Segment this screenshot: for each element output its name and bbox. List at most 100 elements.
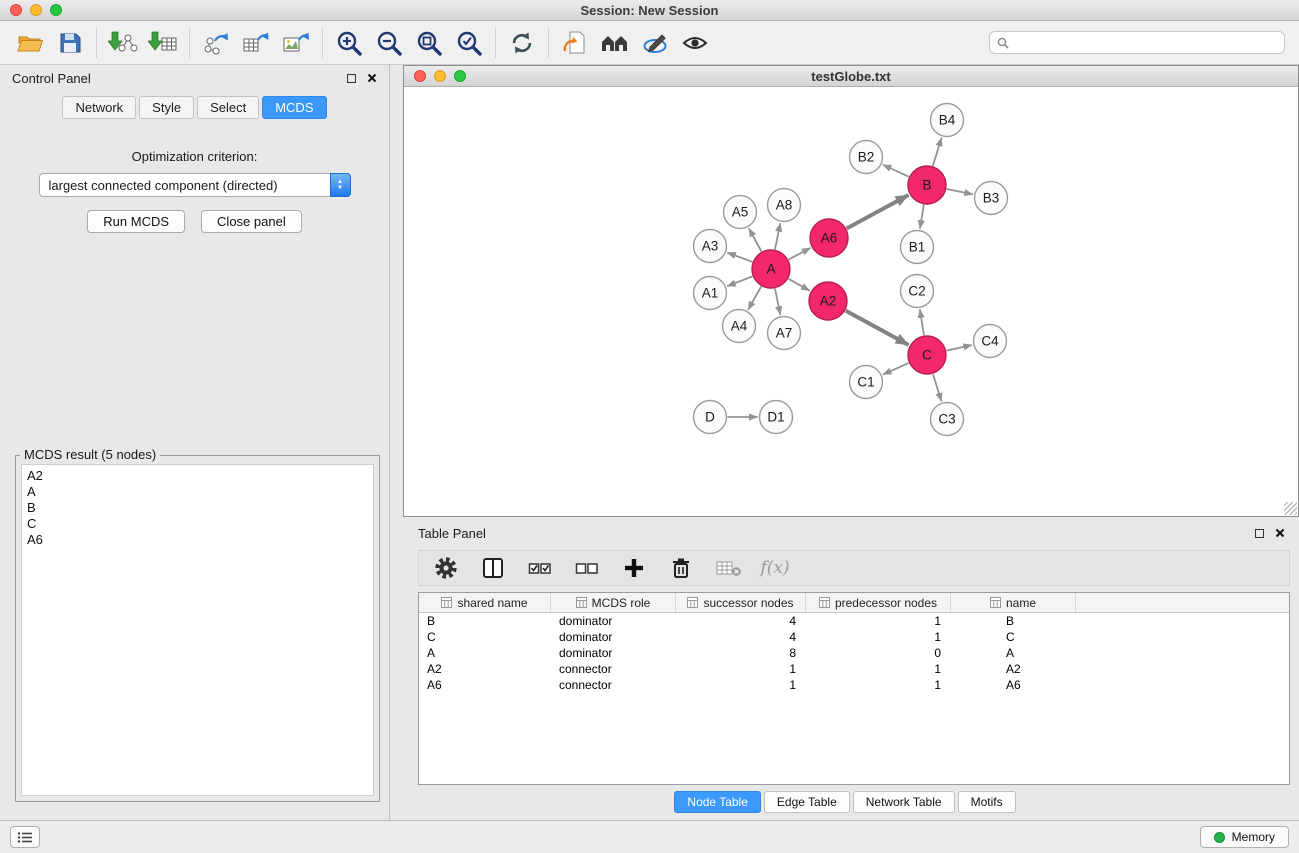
edge-B-B1[interactable] bbox=[920, 205, 924, 229]
table-row[interactable]: Adominator80A bbox=[419, 645, 1289, 661]
edge-A-A1[interactable] bbox=[727, 276, 752, 286]
node-B2[interactable]: B2 bbox=[850, 141, 883, 174]
table-cell[interactable]: dominator bbox=[551, 629, 676, 645]
table-cell[interactable]: A6 bbox=[951, 677, 1076, 693]
node-A3[interactable]: A3 bbox=[694, 230, 727, 263]
table-cell[interactable]: 1 bbox=[806, 613, 951, 629]
table-row[interactable]: Bdominator41B bbox=[419, 613, 1289, 629]
table-settings-button[interactable] bbox=[431, 553, 461, 583]
table-cell[interactable]: A6 bbox=[419, 677, 551, 693]
mcds-result-item[interactable]: B bbox=[27, 500, 368, 516]
edge-A2-C[interactable] bbox=[846, 311, 909, 345]
node-A7[interactable]: A7 bbox=[768, 317, 801, 350]
edge-A-A8[interactable] bbox=[775, 223, 780, 249]
create-column-button[interactable] bbox=[619, 553, 649, 583]
table-cell[interactable]: 1 bbox=[806, 677, 951, 693]
table-cell[interactable]: A bbox=[419, 645, 551, 661]
show-columns-button[interactable] bbox=[478, 553, 508, 583]
node-C3[interactable]: C3 bbox=[931, 403, 964, 436]
tab-motifs[interactable]: Motifs bbox=[958, 791, 1016, 813]
memory-button[interactable]: Memory bbox=[1200, 826, 1289, 848]
task-history-button[interactable] bbox=[10, 826, 40, 848]
tab-network[interactable]: Network bbox=[62, 96, 136, 119]
mcds-result-item[interactable]: A2 bbox=[27, 468, 368, 484]
zoom-fit-button[interactable] bbox=[409, 24, 449, 62]
export-network-button[interactable] bbox=[196, 24, 236, 62]
tab-style[interactable]: Style bbox=[139, 96, 194, 119]
resize-grip[interactable] bbox=[1284, 502, 1297, 515]
mcds-result-item[interactable]: A bbox=[27, 484, 368, 500]
node-A6[interactable]: A6 bbox=[810, 219, 848, 257]
column-header-name[interactable]: name bbox=[951, 593, 1076, 612]
node-C4[interactable]: C4 bbox=[974, 325, 1007, 358]
edge-C-C1[interactable] bbox=[883, 363, 909, 374]
edge-A-A6[interactable] bbox=[789, 248, 811, 260]
tab-mcds[interactable]: MCDS bbox=[262, 96, 326, 119]
node-C[interactable]: C bbox=[908, 336, 946, 374]
float-panel-button[interactable] bbox=[347, 71, 356, 86]
save-session-button[interactable] bbox=[50, 24, 90, 62]
select-all-columns-button[interactable] bbox=[525, 553, 555, 583]
node-A1[interactable]: A1 bbox=[694, 277, 727, 310]
table-cell[interactable]: B bbox=[951, 613, 1076, 629]
edge-B-B3[interactable] bbox=[947, 189, 973, 194]
zoom-selected-button[interactable] bbox=[449, 24, 489, 62]
edge-A6-B[interactable] bbox=[847, 195, 909, 228]
node-A[interactable]: A bbox=[752, 250, 790, 288]
export-image-button[interactable] bbox=[276, 24, 316, 62]
delete-table-button[interactable] bbox=[713, 553, 743, 583]
delete-column-button[interactable] bbox=[666, 553, 696, 583]
criterion-dropdown[interactable]: largest connected component (directed) ▲… bbox=[39, 173, 351, 197]
import-table-from-file-button[interactable] bbox=[143, 24, 183, 62]
zoom-out-button[interactable] bbox=[369, 24, 409, 62]
table-cell[interactable]: 4 bbox=[676, 613, 806, 629]
column-header-successor-nodes[interactable]: successor nodes bbox=[676, 593, 806, 612]
table-cell[interactable]: C bbox=[951, 629, 1076, 645]
column-header-predecessor-nodes[interactable]: predecessor nodes bbox=[806, 593, 951, 612]
edge-A-A5[interactable] bbox=[749, 228, 762, 251]
tab-node-table[interactable]: Node Table bbox=[674, 791, 761, 813]
edge-A-A3[interactable] bbox=[727, 253, 752, 262]
deselect-all-columns-button[interactable] bbox=[572, 553, 602, 583]
homes-button[interactable] bbox=[595, 24, 635, 62]
close-panel-button[interactable] bbox=[367, 71, 377, 86]
table-cell[interactable]: 1 bbox=[676, 677, 806, 693]
open-session-button[interactable] bbox=[10, 24, 50, 62]
column-header-MCDS-role[interactable]: MCDS role bbox=[551, 593, 676, 612]
table-cell[interactable]: A2 bbox=[951, 661, 1076, 677]
table-cell[interactable]: 1 bbox=[676, 661, 806, 677]
table-row[interactable]: Cdominator41C bbox=[419, 629, 1289, 645]
edge-B-B4[interactable] bbox=[933, 138, 942, 166]
close-table-panel-button[interactable] bbox=[1275, 526, 1285, 541]
edge-C-C3[interactable] bbox=[933, 374, 942, 401]
node-B4[interactable]: B4 bbox=[931, 104, 964, 137]
edge-C-C4[interactable] bbox=[947, 345, 972, 351]
node-B3[interactable]: B3 bbox=[975, 182, 1008, 215]
edge-A-A7[interactable] bbox=[775, 289, 780, 315]
node-D[interactable]: D bbox=[694, 401, 727, 434]
node-D1[interactable]: D1 bbox=[760, 401, 793, 434]
document-export-button[interactable] bbox=[555, 24, 595, 62]
table-cell[interactable]: connector bbox=[551, 661, 676, 677]
table-cell[interactable]: 0 bbox=[806, 645, 951, 661]
table-cell[interactable]: dominator bbox=[551, 613, 676, 629]
node-A8[interactable]: A8 bbox=[768, 189, 801, 222]
mcds-result-item[interactable]: A6 bbox=[27, 532, 368, 548]
edge-B-B2[interactable] bbox=[883, 165, 909, 177]
table-cell[interactable]: 8 bbox=[676, 645, 806, 661]
function-builder-button[interactable]: f(x) bbox=[760, 553, 790, 583]
table-cell[interactable]: A2 bbox=[419, 661, 551, 677]
close-panel-action-button[interactable]: Close panel bbox=[201, 210, 302, 233]
export-table-button[interactable] bbox=[236, 24, 276, 62]
node-A4[interactable]: A4 bbox=[723, 310, 756, 343]
node-A5[interactable]: A5 bbox=[724, 196, 757, 229]
float-table-panel-button[interactable] bbox=[1255, 526, 1264, 541]
table-cell[interactable]: connector bbox=[551, 677, 676, 693]
network-canvas[interactable]: B4B2BB3A5A8A6A3B1AA1C2A2A4A7C4CC1C3DD1 bbox=[404, 87, 1298, 516]
tab-select[interactable]: Select bbox=[197, 96, 259, 119]
table-cell[interactable]: C bbox=[419, 629, 551, 645]
tab-edge-table[interactable]: Edge Table bbox=[764, 791, 850, 813]
zoom-in-button[interactable] bbox=[329, 24, 369, 62]
table-cell[interactable]: 1 bbox=[806, 661, 951, 677]
table-cell[interactable]: A bbox=[951, 645, 1076, 661]
